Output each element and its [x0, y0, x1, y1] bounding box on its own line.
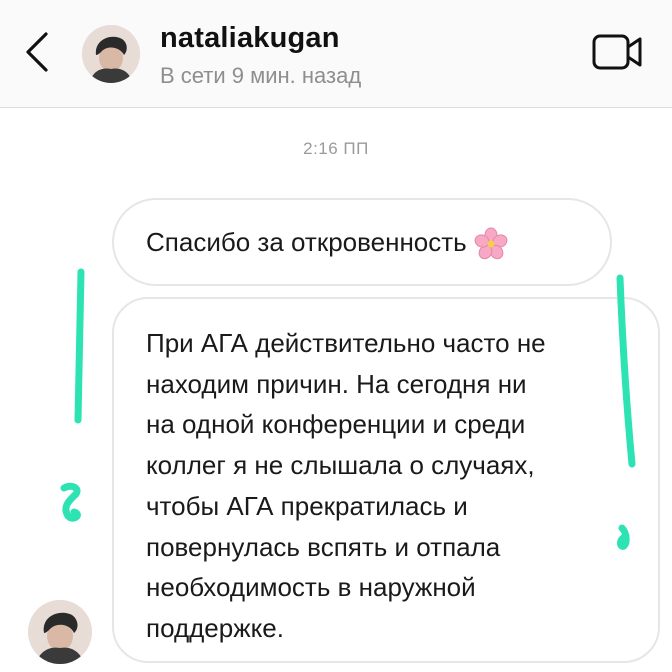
online-status: В сети 9 мин. назад: [160, 63, 362, 88]
message-line: повернулась вспять и отпала: [146, 531, 501, 562]
message-bubble[interactable]: При АГА действительно часто не находим п…: [112, 297, 660, 663]
message-line: При АГА действительно часто не: [146, 328, 546, 358]
message-line: поддержке.: [146, 612, 284, 643]
avatar[interactable]: [82, 25, 140, 83]
message-line: на одной конференции и среди: [146, 409, 526, 440]
video-camera-icon: [592, 34, 642, 70]
chevron-left-icon: [26, 32, 48, 72]
annotation-mark: [74, 268, 85, 424]
chat-header: nataliakugan В сети 9 мин. назад: [0, 0, 672, 108]
message-timestamp: 2:16 ПП: [303, 139, 369, 158]
cherry-blossom-icon: [473, 226, 509, 262]
message-bubble[interactable]: Спасибо за откровенность: [112, 198, 612, 286]
message-line: находим причин. На сегодня ни: [146, 368, 527, 399]
message-text: Спасибо за откровенность: [146, 226, 467, 257]
contact-username[interactable]: nataliakugan: [160, 22, 340, 55]
message-line: коллег я не слышала о случаях,: [146, 450, 535, 481]
back-button[interactable]: [18, 30, 58, 74]
message-line: необходимость в наружной: [146, 572, 476, 603]
annotation-mark: [60, 482, 81, 522]
message-line: чтобы АГА прекратилась и: [146, 490, 468, 521]
video-call-button[interactable]: [590, 32, 646, 74]
sender-avatar[interactable]: [28, 600, 92, 664]
